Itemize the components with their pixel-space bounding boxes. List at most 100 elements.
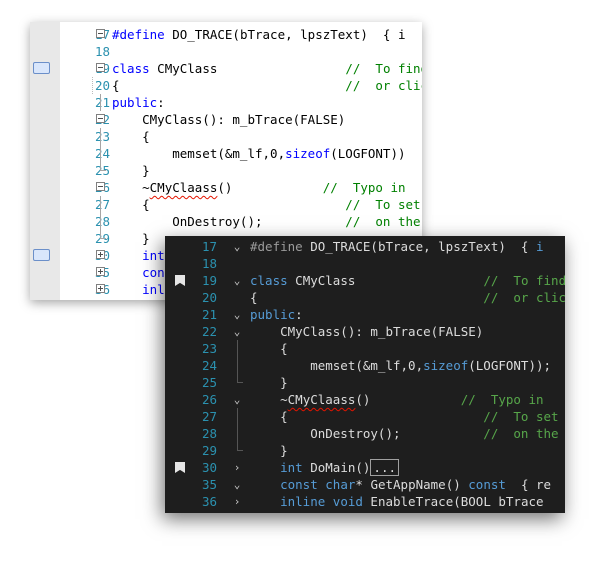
code-line[interactable]: 18 [30, 43, 422, 60]
code-line[interactable]: 21 ⌄ public: [165, 306, 565, 323]
expand-chevron-icon[interactable]: › [231, 459, 243, 476]
code-line[interactable]: 29 } [165, 442, 565, 459]
keyword-token: con [142, 265, 165, 280]
keyword-token: inline [280, 494, 326, 509]
code-text[interactable]: memset(&m_lf,0,sizeof(LOGFONT)) [112, 145, 406, 162]
collapse-fold-icon[interactable] [96, 63, 105, 72]
code-line[interactable]: 26 ~CMyClaass() // Typo in [30, 179, 422, 196]
code-line[interactable]: 17#define DO_TRACE(bTrace, lpszText) { i [30, 26, 422, 43]
code-line[interactable]: 26 ⌄ ~CMyClaass() // Typo in [165, 391, 565, 408]
code-text[interactable]: public: [112, 94, 165, 111]
collapse-chevron-icon[interactable]: ⌄ [231, 238, 243, 255]
preprocessor-token: #define [112, 27, 165, 42]
code-text[interactable]: inline void EnableTrace(BOOL bTrace [250, 493, 543, 510]
expand-chevron-icon[interactable]: › [231, 493, 243, 510]
line-number: 21 [94, 95, 110, 110]
code-line[interactable]: 36 › inline void EnableTrace(BOOL bTrace [165, 493, 565, 510]
fold-guide-end [100, 230, 106, 239]
code-text[interactable]: ~CMyClaass() // Typo in [250, 391, 543, 408]
collapse-chevron-icon[interactable]: ⌄ [231, 323, 243, 340]
comment-token: // Typo in [322, 180, 406, 195]
code-line[interactable]: 30 › int DoMain()... [165, 459, 565, 476]
code-text[interactable]: CMyClass(): m_bTrace(FALSE) [250, 323, 483, 340]
code-line[interactable]: 19 ⌄ class CMyClass // To find [165, 272, 565, 289]
bookmark-icon[interactable] [33, 249, 50, 261]
code-line[interactable]: 28 OnDestroy(); // on the F [165, 425, 565, 442]
code-text[interactable]: class CMyClass // To find [112, 60, 422, 77]
code-text[interactable]: int [112, 247, 165, 264]
code-text[interactable]: inl [112, 281, 165, 298]
code-line[interactable]: 25 } [30, 162, 422, 179]
code-line[interactable]: 17 ⌄ #define DO_TRACE(bTrace, lpszText) { … [165, 238, 565, 255]
code-text[interactable]: const char* GetAppName() const { re [250, 476, 551, 493]
bookmark-icon[interactable] [33, 62, 50, 74]
collapse-chevron-icon[interactable]: ⌄ [231, 391, 243, 408]
code-token: (LOGFONT)) [330, 146, 406, 161]
line-number: 27 [201, 409, 217, 424]
keyword-token: int [142, 248, 165, 263]
code-line[interactable]: 20 { // or click [165, 289, 565, 306]
code-text[interactable]: OnDestroy(); // on the [112, 213, 420, 230]
expand-fold-icon[interactable] [96, 284, 105, 293]
code-text[interactable]: { // or clic [112, 77, 422, 94]
code-text[interactable]: public: [250, 306, 303, 323]
code-text[interactable]: CMyClass(): m_bTrace(FALSE) [112, 111, 345, 128]
collapse-chevron-icon[interactable]: ⌄ [231, 272, 243, 289]
code-text[interactable]: } [250, 374, 288, 391]
line-number: 20 [201, 290, 217, 305]
keyword-token: sizeof [285, 146, 331, 161]
code-line[interactable]: 22 CMyClass(): m_bTrace(FALSE) [30, 111, 422, 128]
code-text[interactable]: memset(&m_lf,0,sizeof(LOGFONT)); [250, 357, 551, 374]
code-line[interactable]: 27 { // To set c [165, 408, 565, 425]
keyword-token: int [280, 460, 303, 475]
code-token: DoMain() [302, 460, 371, 475]
keyword-token: class [112, 61, 150, 76]
code-line[interactable]: 24 memset(&m_lf,0,sizeof(LOGFONT)) [30, 145, 422, 162]
code-text[interactable]: { // or click [250, 289, 565, 306]
code-token: OnDestroy(); [112, 214, 346, 229]
code-text[interactable]: class CMyClass // To find [250, 272, 565, 289]
code-text[interactable]: } [112, 230, 150, 247]
expand-fold-icon[interactable] [96, 250, 105, 259]
code-text[interactable]: { // To set [112, 196, 420, 213]
code-line[interactable]: 24 memset(&m_lf,0,sizeof(LOGFONT)); [165, 357, 565, 374]
expand-fold-icon[interactable] [96, 267, 105, 276]
code-text[interactable]: ~CMyClaass() // Typo in [112, 179, 406, 196]
code-text[interactable]: OnDestroy(); // on the F [250, 425, 565, 442]
code-line[interactable]: 18 [165, 255, 565, 272]
code-line[interactable]: 19class CMyClass // To find [30, 60, 422, 77]
comment-token: // on the F [483, 426, 565, 441]
collapse-fold-icon[interactable] [96, 29, 105, 38]
code-line[interactable]: 25 } [165, 374, 565, 391]
line-number: 21 [201, 307, 217, 322]
collapse-chevron-icon[interactable]: ⌄ [231, 306, 243, 323]
code-text[interactable]: #define DO_TRACE(bTrace, lpszText) { i [250, 238, 544, 255]
line-number: 30 [201, 460, 217, 475]
collapse-fold-icon[interactable] [96, 182, 105, 191]
code-line[interactable]: 22 ⌄ CMyClass(): m_bTrace(FALSE) [165, 323, 565, 340]
code-token: } [112, 163, 150, 178]
code-text[interactable]: { [112, 128, 150, 145]
code-line[interactable]: 35 ⌄ const char* GetAppName() const { re [165, 476, 565, 493]
code-text[interactable]: } [112, 162, 150, 179]
keyword-token: sizeof [423, 358, 469, 373]
code-line[interactable]: 23 { [165, 340, 565, 357]
code-text[interactable]: { [250, 340, 288, 357]
code-line[interactable]: 28 OnDestroy(); // on the [30, 213, 422, 230]
code-text[interactable]: con [112, 264, 165, 281]
code-line[interactable]: 21 public: [30, 94, 422, 111]
keyword-token: inl [142, 282, 165, 297]
code-text[interactable]: { // To set c [250, 408, 565, 425]
fold-guide [100, 94, 101, 111]
code-text[interactable]: #define DO_TRACE(bTrace, lpszText) { i [112, 26, 406, 43]
code-text[interactable]: int DoMain()... [250, 459, 399, 476]
code-line[interactable]: 27 { // To set [30, 196, 422, 213]
collapse-fold-icon[interactable] [96, 114, 105, 123]
code-line[interactable]: 20{ // or clic [30, 77, 422, 94]
code-text[interactable]: } [250, 442, 288, 459]
code-line[interactable]: 23 { [30, 128, 422, 145]
fold-guide [100, 145, 101, 162]
collapse-chevron-icon[interactable]: ⌄ [231, 476, 243, 493]
line-number: 24 [201, 358, 217, 373]
collapsed-region-marker[interactable]: ... [370, 459, 399, 476]
